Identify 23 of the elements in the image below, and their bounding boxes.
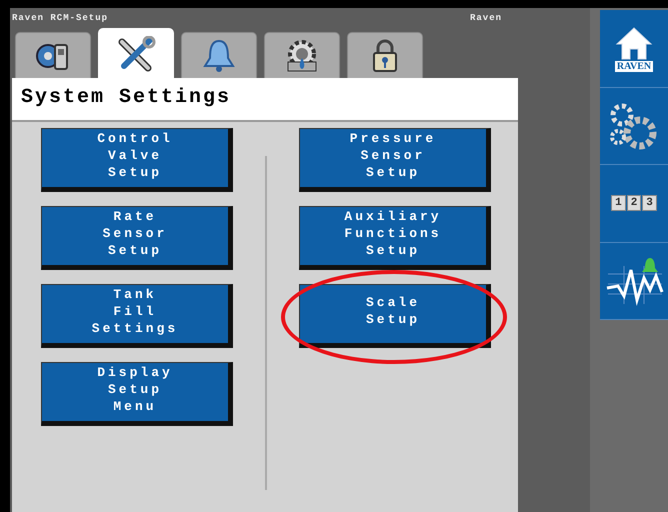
wrench-screwdriver-icon: [116, 36, 156, 72]
graph-bell-icon[interactable]: [604, 256, 664, 306]
tab[interactable]: [15, 32, 91, 78]
home-icon: [614, 24, 654, 61]
menu-button[interactable]: Pressure Sensor Setup: [299, 128, 491, 192]
brand-label: Raven: [470, 13, 502, 23]
menu-button[interactable]: Display Setup Menu: [41, 362, 233, 426]
menu-button[interactable]: Auxiliary Functions Setup: [299, 206, 491, 270]
menu-button[interactable]: Control Valve Setup: [41, 128, 233, 192]
menu-button[interactable]: Rate Sensor Setup: [41, 206, 233, 270]
home-button[interactable]: RAVEN: [614, 24, 654, 72]
bell-icon: [201, 38, 237, 74]
tab[interactable]: [347, 32, 423, 78]
menu-button[interactable]: Scale Setup: [299, 284, 491, 348]
keypad-button[interactable]: 1 2 3: [611, 195, 657, 212]
page-title: System Settings: [12, 78, 518, 122]
tab[interactable]: [264, 32, 340, 78]
raven-logo: RAVEN: [614, 60, 654, 72]
key-label: 1: [611, 195, 626, 212]
key-label: 3: [642, 195, 657, 212]
app-title: Raven RCM-Setup: [12, 13, 110, 23]
menu-button[interactable]: Tank Fill Settings: [41, 284, 233, 348]
key-label: 2: [626, 195, 642, 212]
